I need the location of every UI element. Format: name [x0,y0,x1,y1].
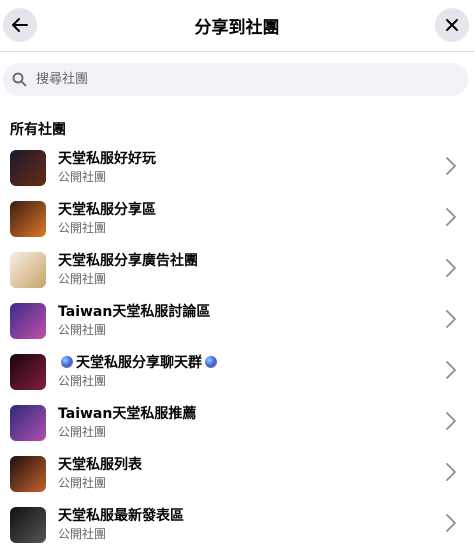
chevron-right-icon [446,259,456,277]
group-privacy: 公開社團 [58,272,107,286]
dialog-title: 分享到社團 [194,18,280,38]
group-item[interactable]: 天堂私服分享區 公開社團 [0,197,474,248]
group-thumbnail [10,252,46,288]
chevron-right-icon [446,463,456,481]
section-title: 所有社團 [10,122,66,138]
group-name: Taiwan天堂私服推薦 [58,406,197,422]
gem-emoji-icon [205,356,217,368]
group-name: 天堂私服好好玩 [58,151,156,167]
group-item[interactable]: Taiwan天堂私服推薦 公開社團 [0,401,474,452]
chevron-right-icon [446,412,456,430]
group-name: 天堂私服最新發表區 [58,508,184,524]
group-name: 天堂私服分享區 [58,202,156,218]
group-thumbnail [10,354,46,390]
gem-emoji-icon [61,356,73,368]
chevron-right-icon [446,208,456,226]
group-item[interactable]: 天堂私服列表 公開社團 [0,452,474,503]
group-name: 天堂私服分享廣告社團 [58,253,198,269]
group-thumbnail [10,201,46,237]
chevron-right-icon [446,310,456,328]
dialog-header: 分享到社團 [0,0,474,52]
chevron-right-icon [446,361,456,379]
close-button[interactable] [435,8,469,42]
group-privacy: 公開社團 [58,527,107,541]
group-thumbnail [10,456,46,492]
group-list: 天堂私服好好玩 公開社團 天堂私服分享區 公開社團 天堂私服分享廣告社團 公開社團 Taiw… [0,146,474,554]
group-name-text: 天堂私服分享聊天群 [76,355,202,371]
group-thumbnail [10,507,46,543]
group-thumbnail [10,405,46,441]
group-privacy: 公開社團 [58,374,107,388]
group-privacy: 公開社團 [58,425,107,439]
search-bar [3,63,468,96]
group-thumbnail [10,303,46,339]
search-icon [12,72,27,87]
group-item[interactable]: Taiwan天堂私服討論區 公開社團 [0,299,474,350]
group-item[interactable]: 天堂私服分享聊天群公開社團 [0,350,474,401]
group-item[interactable]: 天堂私服好好玩 公開社團 [0,146,474,197]
group-privacy: 公開社團 [58,476,107,490]
search-input[interactable] [34,71,468,88]
group-item[interactable]: 天堂私服分享廣告社團 公開社團 [0,248,474,299]
group-privacy: 公開社團 [58,221,107,235]
chevron-right-icon [446,157,456,175]
group-thumbnail [10,150,46,186]
group-name: 天堂私服列表 [58,457,142,473]
close-icon [446,19,458,31]
group-privacy: 公開社團 [58,170,107,184]
group-name: 天堂私服分享聊天群 [58,352,220,372]
chevron-right-icon [446,514,456,532]
group-name: Taiwan天堂私服討論區 [58,304,211,320]
group-privacy: 公開社團 [58,323,107,337]
